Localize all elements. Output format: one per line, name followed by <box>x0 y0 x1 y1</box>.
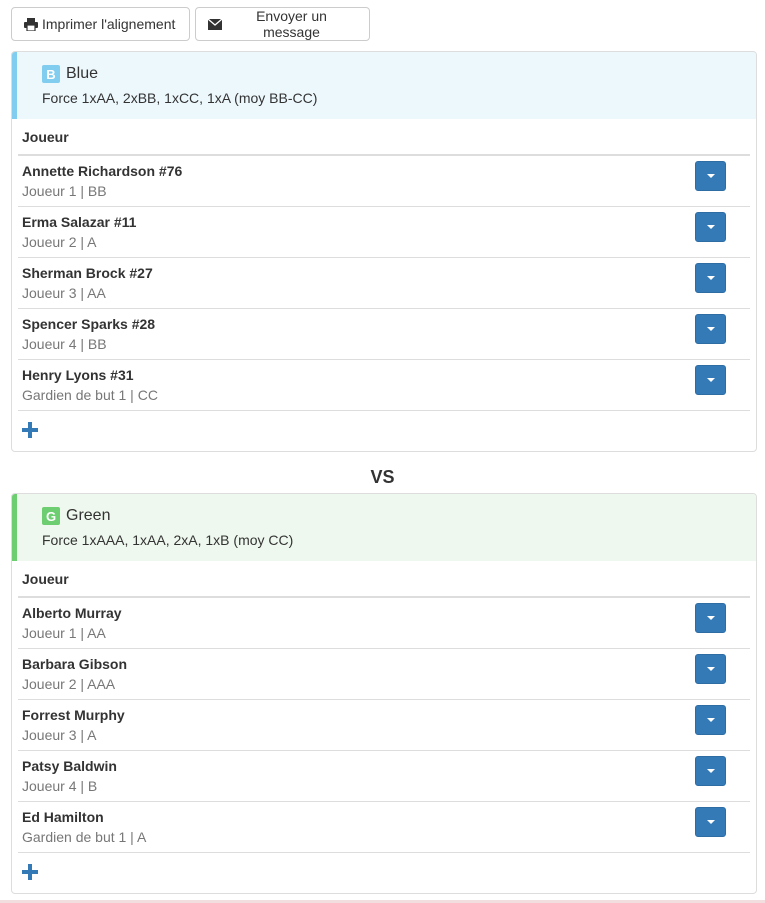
player-dropdown-button[interactable] <box>695 314 726 344</box>
plus-icon[interactable] <box>22 422 38 438</box>
caret-down-icon <box>706 174 715 178</box>
team-panel-green: G Green Force 1xAAA, 1xAA, 2xA, 1xB (moy… <box>11 493 757 894</box>
player-dropdown-button[interactable] <box>695 263 726 293</box>
player-row: Annette Richardson #76 Joueur 1 | BB <box>18 156 750 207</box>
caret-down-icon <box>706 769 715 773</box>
caret-down-icon <box>706 378 715 382</box>
player-row: Spencer Sparks #28 Joueur 4 | BB <box>18 309 750 360</box>
player-info: Joueur 4 | B <box>22 778 98 794</box>
envelope-icon <box>208 18 222 30</box>
player-info: Gardien de but 1 | CC <box>22 387 158 403</box>
player-dropdown-button[interactable] <box>695 705 726 735</box>
team-badge: B <box>42 65 60 83</box>
team-panel-blue: B Blue Force 1xAA, 2xBB, 1xCC, 1xA (moy … <box>11 51 757 452</box>
player-info: Joueur 2 | AAA <box>22 676 116 692</box>
player-info: Joueur 3 | A <box>22 727 97 743</box>
player-row: Henry Lyons #31 Gardien de but 1 | CC <box>18 360 750 411</box>
player-dropdown-button[interactable] <box>695 654 726 684</box>
caret-down-icon <box>706 718 715 722</box>
versus-label: VS <box>370 467 395 487</box>
print-icon <box>24 17 38 31</box>
team-badge: G <box>42 507 60 525</box>
column-header-player: Joueur <box>18 119 750 156</box>
caret-down-icon <box>706 667 715 671</box>
player-name: Ed Hamilton <box>22 809 104 825</box>
plus-icon[interactable] <box>22 864 38 880</box>
players-table: Joueur Alberto Murray Joueur 1 | AA Barb… <box>18 561 750 891</box>
player-name: Alberto Murray <box>22 605 122 621</box>
player-row: Barbara Gibson Joueur 2 | AAA <box>18 649 750 700</box>
player-name: Forrest Murphy <box>22 707 125 723</box>
player-name: Erma Salazar #11 <box>22 214 137 230</box>
team-force: Force 1xAA, 2xBB, 1xCC, 1xA (moy BB-CC) <box>42 90 318 106</box>
player-row: Sherman Brock #27 Joueur 3 | AA <box>18 258 750 309</box>
player-dropdown-button[interactable] <box>695 807 726 837</box>
player-name: Barbara Gibson <box>22 656 128 672</box>
send-message-label: Envoyer un message <box>256 8 327 40</box>
player-name: Henry Lyons #31 <box>22 367 134 383</box>
player-dropdown-button[interactable] <box>695 212 726 242</box>
player-info: Joueur 4 | BB <box>22 336 107 352</box>
team-header: G Green Force 1xAAA, 1xAA, 2xA, 1xB (moy… <box>12 494 756 561</box>
player-name: Patsy Baldwin <box>22 758 117 774</box>
team-name: Green <box>66 507 111 524</box>
player-dropdown-button[interactable] <box>695 756 726 786</box>
player-name: Spencer Sparks #28 <box>22 316 156 332</box>
player-info: Gardien de but 1 | A <box>22 829 147 845</box>
column-header-player: Joueur <box>18 561 750 598</box>
players-table: Joueur Annette Richardson #76 Joueur 1 |… <box>18 119 750 449</box>
player-dropdown-button[interactable] <box>695 365 726 395</box>
player-row: Forrest Murphy Joueur 3 | A <box>18 700 750 751</box>
caret-down-icon <box>706 616 715 620</box>
player-info: Joueur 1 | AA <box>22 625 106 641</box>
player-info: Joueur 2 | A <box>22 234 97 250</box>
player-row: Erma Salazar #11 Joueur 2 | A <box>18 207 750 258</box>
add-player-row <box>18 853 750 891</box>
caret-down-icon <box>706 820 715 824</box>
caret-down-icon <box>706 327 715 331</box>
print-lineup-label: Imprimer l'alignement <box>42 16 176 32</box>
send-message-button[interactable]: Envoyer un message <box>195 7 370 41</box>
player-dropdown-button[interactable] <box>695 161 726 191</box>
print-lineup-button[interactable]: Imprimer l'alignement <box>11 7 190 41</box>
toolbar: Imprimer l'alignement Envoyer un message <box>11 7 370 41</box>
player-row: Patsy Baldwin Joueur 4 | B <box>18 751 750 802</box>
team-name: Blue <box>66 65 99 82</box>
caret-down-icon <box>706 276 715 280</box>
player-dropdown-button[interactable] <box>695 603 726 633</box>
player-info: Joueur 3 | AA <box>22 285 106 301</box>
player-name: Annette Richardson #76 <box>22 163 183 179</box>
player-info: Joueur 1 | BB <box>22 183 107 199</box>
caret-down-icon <box>706 225 715 229</box>
player-row: Alberto Murray Joueur 1 | AA <box>18 598 750 649</box>
player-name: Sherman Brock #27 <box>22 265 153 281</box>
team-force: Force 1xAAA, 1xAA, 2xA, 1xB (moy CC) <box>42 532 294 548</box>
team-header: B Blue Force 1xAA, 2xBB, 1xCC, 1xA (moy … <box>12 52 756 119</box>
player-row: Ed Hamilton Gardien de but 1 | A <box>18 802 750 853</box>
add-player-row <box>18 411 750 449</box>
